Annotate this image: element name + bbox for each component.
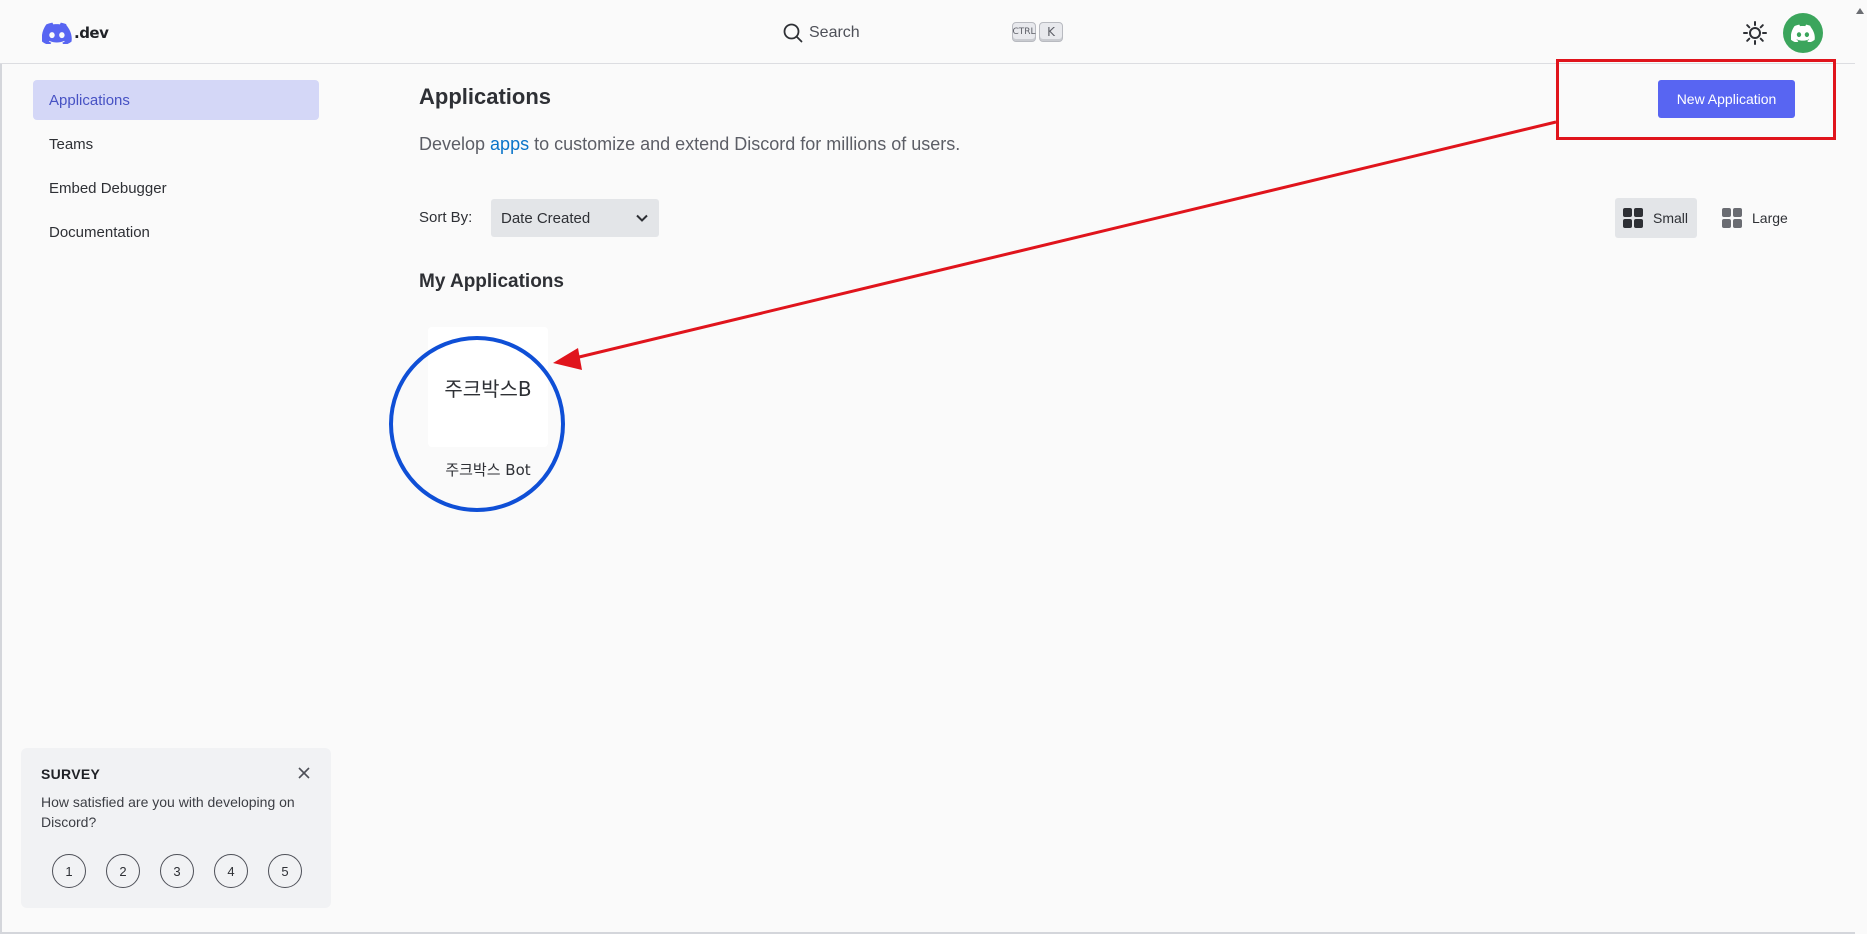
sort-select[interactable]: Date Created [491,199,659,237]
survey-panel: SURVEY How satisfied are you with develo… [21,748,331,908]
user-avatar[interactable] [1783,13,1823,53]
search-button[interactable]: Search [783,20,860,46]
rating-button-2[interactable]: 2 [106,854,140,888]
my-applications-title: My Applications [419,271,564,292]
sidebar-item-embed-debugger[interactable]: Embed Debugger [33,168,319,208]
scroll-up-arrow-icon[interactable] [1856,8,1864,14]
sidebar-item-applications[interactable]: Applications [33,80,319,120]
subtitle-text-before: Develop [419,134,491,154]
survey-ratings: 1 2 3 4 5 [52,854,302,888]
annotation-highlight-box [1556,59,1836,140]
chevron-down-icon [636,214,648,222]
sidebar-item-documentation[interactable]: Documentation [33,212,319,252]
sort-select-value: Date Created [501,209,591,227]
close-icon[interactable] [297,766,311,780]
discord-dev-logo[interactable]: .dev [42,20,109,46]
search-icon [783,23,803,43]
k-key-hint: K [1039,22,1063,42]
logo-text: .dev [74,24,109,42]
rating-button-5[interactable]: 5 [268,854,302,888]
survey-title: SURVEY [41,766,101,782]
page-title: Applications [419,84,552,109]
top-bar: .dev Search CTRL K [0,0,1867,64]
scrollbar[interactable] [1855,0,1867,934]
apps-link[interactable]: apps [490,134,529,154]
grid-large-icon [1722,208,1742,228]
rating-button-4[interactable]: 4 [214,854,248,888]
grid-small-icon [1623,208,1643,228]
sidebar-item-teams[interactable]: Teams [33,124,319,164]
rating-button-3[interactable]: 3 [160,854,194,888]
survey-question: How satisfied are you with developing on… [41,794,295,830]
annotation-highlight-circle [389,336,565,512]
sidebar: Applications Teams Embed Debugger Docume… [33,80,319,256]
ctrl-key-hint: CTRL [1012,22,1036,42]
view-large-label: Large [1752,210,1788,226]
rating-button-1[interactable]: 1 [52,854,86,888]
subtitle-text-after: to customize and extend Discord for mill… [529,134,961,154]
sort-by-label: Sort By: [419,209,473,226]
view-small-label: Small [1653,210,1689,226]
discord-logo-icon [42,22,72,44]
view-small-toggle[interactable]: Small [1615,198,1697,238]
discord-avatar-icon [1791,24,1815,42]
sun-theme-toggle-icon[interactable] [1742,20,1768,46]
search-label: Search [809,24,860,41]
page-subtitle: Develop apps to customize and extend Dis… [419,134,960,155]
view-large-toggle[interactable]: Large [1714,198,1800,238]
